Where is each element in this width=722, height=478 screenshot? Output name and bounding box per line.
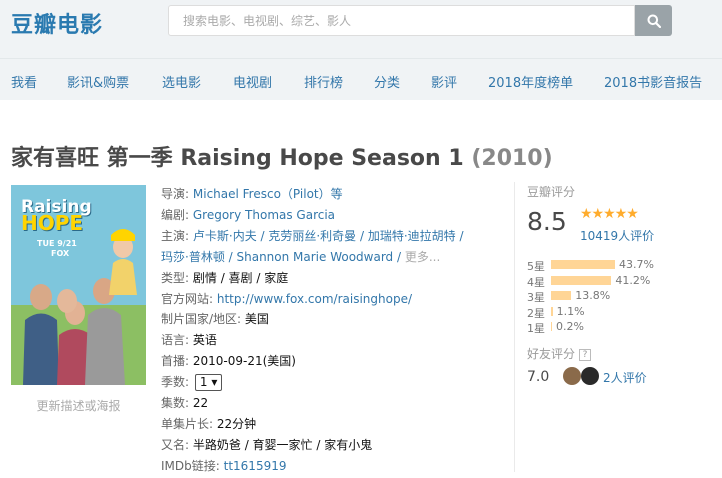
top-bar: 豆瓣电影 [0,0,722,58]
rating-bar-percent: 1.1% [556,304,585,318]
rating-bar-label: 2星 [527,306,545,320]
rating-bar-percent: 41.2% [615,273,651,287]
nav-item-annual-report[interactable]: 2018书影音报告 [604,72,702,91]
rating-stars-icon: ★★★★★ [580,206,639,222]
director-row: 导演: Michael Fresco（Pilot）等 [161,187,343,201]
website-row: 官方网站: http://www.fox.com/raisinghope/ [161,291,412,306]
title-name: 家有喜旺 第一季 Raising Hope Season 1 [11,146,464,171]
nav-item-mine[interactable]: 我看 [11,72,37,91]
poster-network: FOX [51,249,70,258]
country-label: 制片国家/地区 [161,312,238,327]
cast-links-line2[interactable]: 玛莎·普林顿 / Shannon Marie Woodward / [161,250,405,264]
friend-avatar[interactable] [581,367,599,385]
aka-label: 又名 [161,437,186,452]
friend-rating-title: 好友评分? [527,345,592,362]
douban-movie-logo[interactable]: 豆瓣电影 [11,7,103,39]
season-label: 季数 [161,375,186,390]
rating-bar-percent: 0.2% [556,320,584,333]
aka-row: 又名: 半路奶爸 / 育婴一家忙 / 家有小鬼 [161,437,373,452]
rating-score: 8.5 [527,207,567,236]
poster-title-line2: HOPE [21,211,84,235]
language-row: 语言: 英语 [161,333,217,348]
language-value: 英语 [192,333,217,348]
episodes-label: 集数 [161,396,186,411]
director-label: 导演 [161,187,186,201]
rating-panel: 豆瓣评分 8.5 ★★★★★ 10419人评价 5星 43.7% 4星 41.2% 3星… [514,182,714,472]
rating-bar [551,291,572,300]
rating-title: 豆瓣评分 [527,185,576,199]
rating-bar [551,260,615,269]
website-link[interactable]: http://www.fox.com/raisinghope/ [217,292,412,306]
rating-bar-label: 1星 [527,322,545,335]
episodes-row: 集数: 22 [161,396,209,411]
friend-avatar[interactable] [563,367,581,385]
rating-bar-percent: 13.8% [575,289,611,302]
rating-bar [551,275,612,285]
writer-row: 编剧: Gregory Thomas Garcia [161,207,336,222]
search-box[interactable] [168,5,635,36]
cast-row-2: 玛莎·普林顿 / Shannon Marie Woodward / 更多... [161,247,501,268]
cast-more-link[interactable]: 更多... [405,250,440,264]
poster-image[interactable]: Raising HOPE TUE 9/21 FOX [11,185,146,385]
genre-row: 类型: 剧情 / 喜剧 / 家庭 [161,270,289,285]
search-button[interactable] [635,5,672,36]
help-icon[interactable]: ? [579,348,592,361]
cast-links-line1[interactable]: 卢卡斯·内夫 / 克劳丽丝·利奇曼 / 加瑞特·迪拉胡特 / [193,229,464,243]
imdb-row: IMDb链接: tt1615919 [161,458,287,473]
nav-item-categories[interactable]: 分类 [374,72,400,91]
update-poster-link[interactable]: 更新描述或海报 [11,397,146,414]
nav-item-reviews[interactable]: 影评 [431,72,457,91]
imdb-label: IMDb链接 [161,458,216,473]
nav-item-explore-movies[interactable]: 选电影 [162,72,201,91]
friend-rating-label: 好友评分 [527,347,576,361]
cast-label: 主演 [161,228,186,243]
language-label: 语言 [161,333,186,348]
rating-votes-link[interactable]: 10419人评价 [580,227,654,244]
rating-bar-percent: 43.7% [619,258,654,271]
rating-bar-label: 5星 [527,260,545,273]
season-select[interactable]: 1 ▾ [194,374,223,392]
season-row: 季数: 1 ▾ [161,372,501,393]
poster-airtime: TUE 9/21 [37,239,77,248]
writer-label: 编剧 [161,207,186,222]
nav-item-tv[interactable]: 电视剧 [233,72,272,91]
runtime-label: 单集片长 [161,416,210,431]
runtime-value: 22分钟 [216,416,257,431]
director-link[interactable]: Michael Fresco（Pilot）等 [193,187,343,201]
search-icon [647,14,661,28]
page-title: 家有喜旺 第一季 Raising Hope Season 1 (2010) [11,140,553,172]
premiere-value: 2010-09-21(美国) [192,354,296,369]
runtime-row: 单集片长: 22分钟 [161,416,257,431]
rating-bar-label: 3星 [527,291,545,304]
friend-rating-score: 7.0 [527,369,550,385]
main-nav: 我看 影讯&购票 选电影 电视剧 排行榜 分类 影评 2018年度榜单 2018… [0,58,722,100]
rating-bar-label: 4星 [527,275,545,289]
premiere-row: 首播: 2010-09-21(美国) [161,354,296,369]
nav-item-annual-list[interactable]: 2018年度榜单 [488,72,573,91]
premiere-label: 首播 [161,354,186,369]
writer-link[interactable]: Gregory Thomas Garcia [193,208,335,222]
imdb-link[interactable]: tt1615919 [224,459,287,473]
friend-votes-link[interactable]: 2人评价 [603,369,647,386]
nav-item-showtimes[interactable]: 影讯&购票 [67,72,129,91]
country-value: 美国 [244,312,269,327]
website-label: 官方网站 [161,291,210,306]
info-panel: 导演: Michael Fresco（Pilot）等 编剧: Gregory T… [161,184,501,477]
genre-value: 剧情 / 喜剧 / 家庭 [192,270,289,285]
cast-row: 主演: 卢卡斯·内夫 / 克劳丽丝·利奇曼 / 加瑞特·迪拉胡特 / [161,228,464,243]
rating-bar [551,322,552,331]
episodes-value: 22 [192,396,209,411]
aka-value: 半路奶爸 / 育婴一家忙 / 家有小鬼 [192,437,373,452]
search-input[interactable] [169,6,634,35]
title-year: (2010) [471,146,553,171]
country-row: 制片国家/地区: 美国 [161,312,269,327]
genre-label: 类型 [161,270,186,285]
rating-bar [551,306,553,316]
nav-item-charts[interactable]: 排行榜 [304,72,343,91]
